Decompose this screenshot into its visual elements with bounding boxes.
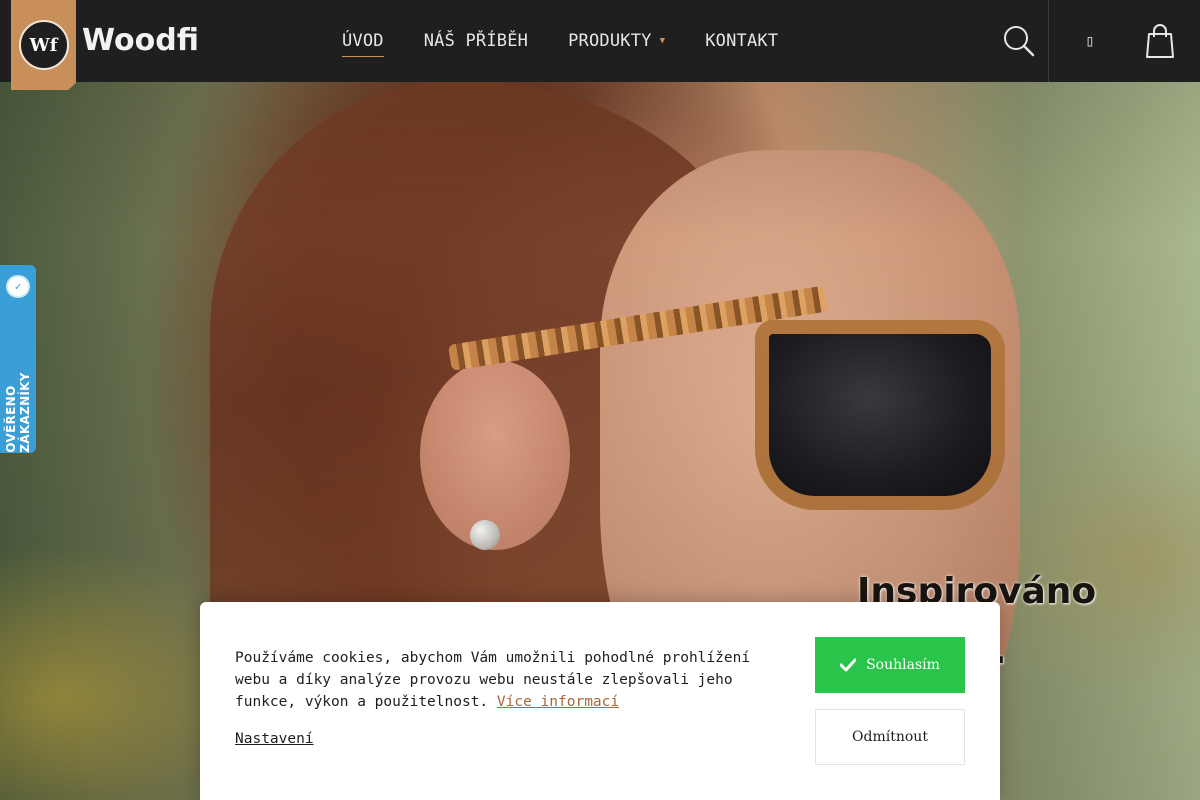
cookie-consent-bar: Používáme cookies, abychom Vám umožnili …: [200, 602, 1000, 800]
cookie-message: Používáme cookies, abychom Vám umožnili …: [235, 650, 751, 710]
search-icon: [1004, 26, 1035, 57]
decline-cookies-button[interactable]: Odmítnout: [815, 709, 965, 765]
nav-item-produkty[interactable]: PRODUKTY ▼: [568, 31, 665, 51]
nav-item-kontakt[interactable]: KONTAKT: [705, 31, 778, 51]
cookie-settings-link[interactable]: Nastavení: [235, 731, 314, 747]
verified-customers-badge[interactable]: ✓ OVĚŘENO ZÁKAZNÍKY: [0, 265, 36, 453]
logo-wordmark-text: Woodfi: [82, 22, 199, 58]
header-divider: [1048, 0, 1049, 82]
nav-item-nas-pribeh[interactable]: NÁŠ PŘÍBĚH: [424, 31, 528, 51]
main-nav: ÚVOD NÁŠ PŘÍBĚH PRODUKTY ▼ KONTAKT: [342, 0, 778, 82]
logo-mark: Wf: [18, 20, 69, 70]
accept-cookies-label: Souhlasím: [866, 657, 940, 673]
chevron-down-icon: ▼: [659, 36, 666, 46]
checkmark-icon: [840, 658, 857, 672]
more-info-link[interactable]: Více informací: [497, 694, 619, 710]
accept-cookies-button[interactable]: Souhlasím: [815, 637, 965, 693]
logo-badge[interactable]: Wf: [11, 0, 76, 90]
cart-icon: [1146, 24, 1174, 58]
verified-badge-label: OVĚŘENO ZÁKAZNÍKY: [4, 372, 32, 453]
nav-item-produkty-label: PRODUKTY: [568, 31, 652, 51]
decline-cookies-label: Odmítnout: [852, 729, 928, 745]
cart-button[interactable]: [1144, 22, 1176, 60]
nav-item-uvod[interactable]: ÚVOD: [342, 31, 384, 57]
user-icon: ▯: [1085, 31, 1095, 50]
search-button[interactable]: [1000, 22, 1038, 60]
user-button[interactable]: ▯: [1078, 26, 1102, 56]
logo-wordmark[interactable]: Woodfi: [82, 14, 199, 66]
site-header: Wf Woodfi ÚVOD NÁŠ PŘÍBĚH PRODUKTY ▼ KONT…: [0, 0, 1200, 90]
cookie-text: Používáme cookies, abychom Vám umožnili …: [235, 647, 775, 713]
verified-seal-icon: ✓: [6, 275, 30, 299]
